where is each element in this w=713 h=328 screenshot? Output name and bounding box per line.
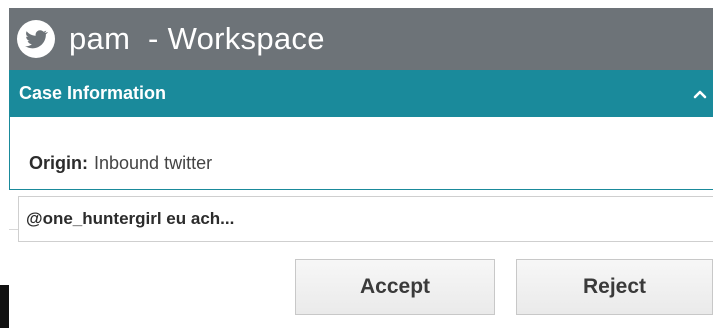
message-preview-text: @one_huntergirl eu ach... [26, 209, 235, 228]
workspace-window: pam - Workspace Case Information Origin:… [9, 8, 713, 328]
message-preview[interactable]: @one_huntergirl eu ach... [18, 196, 713, 242]
twitter-bird-glyph [25, 30, 49, 49]
accept-button[interactable]: Accept [295, 259, 495, 315]
origin-label: Origin: [29, 153, 88, 173]
case-information-header[interactable]: Case Information [9, 70, 713, 117]
left-edge-strip [0, 0, 9, 328]
chevron-up-icon[interactable] [693, 89, 707, 99]
window-title: pam - Workspace [69, 21, 325, 56]
window-titlebar: pam - Workspace [9, 8, 713, 70]
case-information-title: Case Information [19, 83, 167, 103]
chevron-up-glyph [693, 90, 707, 98]
origin-row: Origin: Inbound twitter [29, 153, 212, 174]
left-edge-dark-block [0, 285, 9, 328]
reject-button[interactable]: Reject [516, 259, 713, 315]
case-information-body: Origin: Inbound twitter [9, 117, 713, 190]
origin-value: Inbound twitter [94, 153, 213, 173]
twitter-bird-icon [17, 20, 55, 58]
screenshot-frame: pam - Workspace Case Information Origin:… [0, 0, 713, 328]
